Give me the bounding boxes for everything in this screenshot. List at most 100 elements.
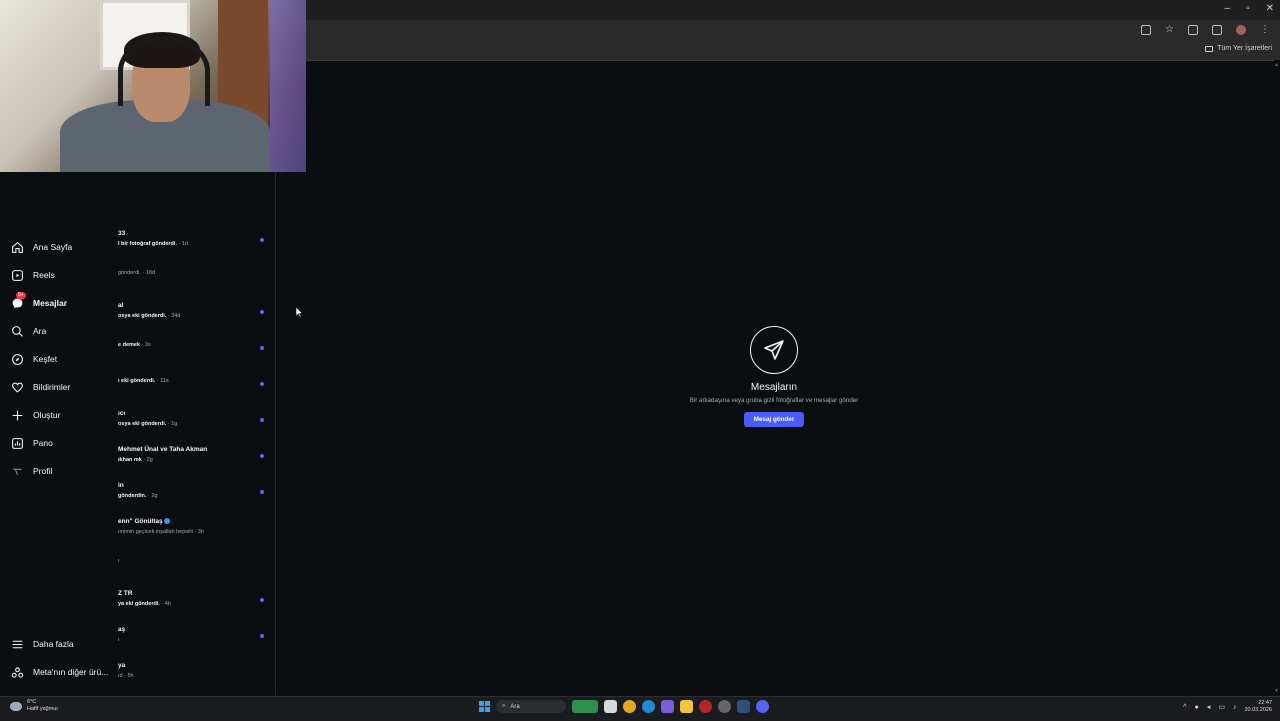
weather-widget[interactable]: 6°C Hafif yağmur [10, 699, 58, 713]
nav-label: Meta'nın diğer ürü... [33, 667, 109, 677]
nav-label: Oluştur [33, 410, 61, 420]
conversation-name: Z TR [118, 590, 133, 597]
folder-icon[interactable] [680, 700, 693, 713]
volume-icon[interactable]: ♪ [1233, 704, 1237, 711]
conversation-row[interactable]: Z TR ya eki gönderdi. · 4h [118, 590, 268, 607]
unread-dot [260, 346, 264, 350]
nav-item-messages[interactable]: 9+ Mesajlar [10, 292, 120, 314]
compass-icon [10, 352, 24, 366]
conversation-row[interactable]: ya ıd · 5h [118, 662, 268, 679]
app-icon[interactable] [718, 700, 731, 713]
conversation-preview: e demek · 3s [118, 342, 151, 348]
unread-dot [260, 238, 264, 242]
windows-start-icon[interactable] [479, 701, 490, 712]
nav-label: Bildirimler [33, 382, 71, 392]
taskbar-apps: ⌕ Ara [479, 700, 769, 713]
conversation-row[interactable]: aş ı [118, 626, 268, 643]
conversation-preview: gönderdin. · 2g [118, 493, 158, 499]
clock-time: 22:47 [1258, 700, 1272, 706]
menu-icon [10, 637, 24, 651]
browser-menu-icon[interactable]: ⋮ [1260, 25, 1270, 35]
nav-item-home[interactable]: Ana Sayfa [10, 236, 120, 258]
conversation-preview: ıkhan mk · 2g [118, 457, 153, 463]
nav-item-create[interactable]: Oluştur [10, 404, 120, 426]
tab-search-icon[interactable] [1212, 25, 1222, 35]
steam-icon[interactable] [737, 700, 750, 713]
unread-dot [260, 418, 264, 422]
network-icon[interactable]: ▭ [1218, 703, 1225, 711]
mouse-cursor-icon [295, 305, 304, 323]
conversation-row[interactable]: Mehmet Ünal ve Taha Akman ıkhan mk · 2g [118, 446, 268, 463]
taskbar-clock[interactable]: 22:47 20.03.2026 [1244, 700, 1272, 714]
system-tray: ^ ● ◂ ▭ ♪ 22:47 20.03.2026 [1183, 700, 1272, 714]
conversation-name: ya [118, 662, 126, 669]
microphone-icon[interactable]: ● [1195, 704, 1199, 711]
scroll-down-arrow-icon[interactable]: ▼ [1274, 688, 1279, 694]
nav-item-reels[interactable]: Reels [10, 264, 120, 286]
cloud-rain-icon [10, 701, 22, 711]
nav-item-meta[interactable]: Meta'nın diğer ürü... [10, 661, 120, 683]
media-player-icon[interactable] [699, 700, 712, 713]
extensions-icon[interactable] [1188, 25, 1198, 35]
nav-label: Keşfet [33, 354, 58, 364]
file-explorer-icon[interactable] [604, 700, 617, 713]
conversation-row[interactable]: al osya eki gönderdi. · 34d [118, 302, 268, 319]
unread-dot [260, 310, 264, 314]
close-button[interactable]: ✕ [1266, 3, 1274, 14]
conversation-name: aş [118, 626, 126, 633]
conversation-preview: ı [118, 558, 120, 564]
webcam-headset [118, 36, 210, 106]
heart-icon [10, 380, 24, 394]
copilot-icon[interactable] [661, 700, 674, 713]
unread-dot [260, 454, 264, 458]
nav-item-dashboard[interactable]: Pano [10, 432, 120, 454]
maximize-button[interactable]: ▫ [1246, 3, 1250, 14]
window-controls: – ▫ ✕ [1225, 3, 1275, 14]
discord-icon[interactable] [756, 700, 769, 713]
scroll-up-arrow-icon[interactable]: ▲ [1274, 62, 1279, 68]
minimize-button[interactable]: – [1225, 3, 1231, 14]
weather-text: 6°C Hafif yağmur [27, 699, 58, 713]
nav-label: Ara [33, 326, 47, 336]
conversation-name: ıcı [118, 410, 126, 417]
nav-item-profile[interactable]: Profil [10, 460, 120, 482]
conversation-row[interactable]: ı eki gönderdi. · 11s [118, 374, 268, 384]
install-app-icon[interactable] [1141, 25, 1152, 35]
nav-label: Ana Sayfa [33, 242, 73, 252]
conversation-preview: gönderdi. · 18d [118, 270, 156, 276]
nav-item-search[interactable]: Ara [10, 320, 120, 342]
weather-desc: Hafif yağmur [27, 706, 59, 712]
nav-item-notifications[interactable]: Bildirimler [10, 376, 120, 398]
conversation-row[interactable]: in gönderdin. · 2g [118, 482, 268, 499]
webcam-overlay [0, 0, 306, 172]
conversation-preview: ıd · 5h [118, 673, 134, 679]
conversation-row[interactable]: 33 l bir fotoğraf gönderdi. · 1d [118, 230, 268, 247]
conversation-row[interactable]: enn" Gönültaş ımimin geçicek inşallah he… [118, 518, 268, 535]
chevron-up-icon[interactable]: ^ [1183, 704, 1186, 711]
nav-item-more[interactable]: Daha fazla [10, 633, 120, 655]
conversation-row[interactable]: ıcı osya eki gönderdi. · 1g [118, 410, 268, 427]
news-widget-icon[interactable] [572, 700, 598, 713]
verified-badge-icon [164, 518, 171, 525]
conversation-name: 33 [118, 230, 126, 237]
messages-empty-state: Mesajların Bir arkadaşına veya gruba giz… [674, 326, 874, 427]
send-message-button[interactable]: Mesaj gönder [744, 412, 804, 427]
all-bookmarks-folder[interactable]: Tüm Yer İşaretleri [1205, 45, 1272, 52]
bookmark-star-icon[interactable]: ☆ [1165, 25, 1174, 35]
taskbar-search[interactable]: ⌕ Ara [496, 700, 566, 713]
speaker-icon[interactable]: ◂ [1207, 703, 1211, 711]
unread-dot [260, 598, 264, 602]
conversation-row[interactable]: e demek · 3s [118, 338, 268, 348]
profile-avatar-icon[interactable] [1236, 25, 1246, 35]
edge-icon[interactable] [642, 700, 655, 713]
nav-item-explore[interactable]: Keşfet [10, 348, 120, 370]
conversation-preview: ımimin geçicek inşallah hepsiiii · 3h [118, 529, 204, 535]
chrome-icon[interactable] [623, 700, 636, 713]
nav-label: Daha fazla [33, 639, 74, 649]
page-scrollbar[interactable] [1274, 60, 1280, 696]
conversation-row[interactable]: ı [118, 554, 268, 564]
search-icon [10, 324, 24, 338]
conversation-row[interactable]: gönderdi. · 18d [118, 266, 268, 276]
profile-avatar-icon [10, 464, 24, 478]
messenger-icon: 9+ [10, 292, 26, 310]
